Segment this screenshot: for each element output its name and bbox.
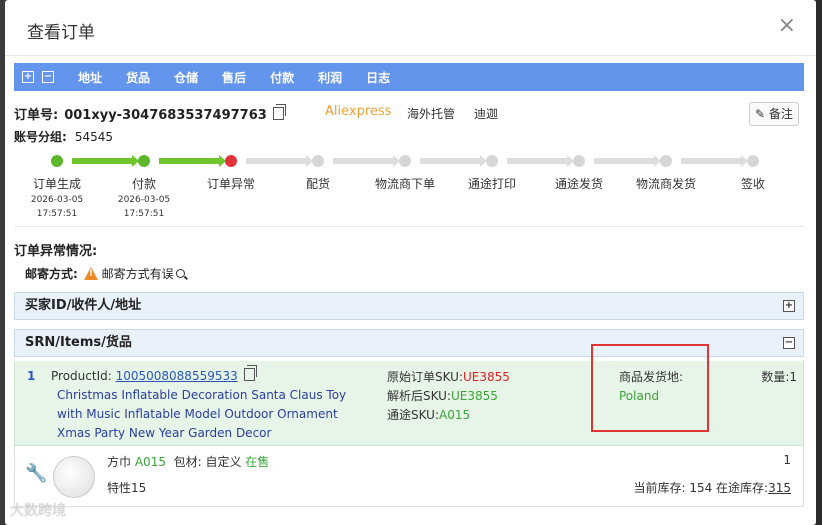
step-status-dot bbox=[660, 155, 672, 167]
dialog-title: 查看订单 bbox=[27, 23, 95, 43]
section-toolbar: + − 地址 货品 仓储 售后 付款 利润 日志 bbox=[14, 63, 804, 91]
order-progress: 订单生成 2026-03-05 17:57:51 付款 2026-03-05 1… bbox=[14, 155, 804, 220]
step-date: 2026-03-05 bbox=[30, 195, 84, 205]
panel-header: 买家ID/收件人/地址 + bbox=[15, 293, 803, 319]
product-id-link[interactable]: 1005008088559533 bbox=[116, 369, 238, 383]
watermark: 大数跨境 bbox=[10, 503, 66, 519]
progress-step: 订单异常 bbox=[188, 155, 274, 192]
item-sku: A015 bbox=[134, 455, 166, 469]
toolbar-warehouse[interactable]: 仓储 bbox=[174, 69, 198, 86]
collapse-all-icon[interactable]: − bbox=[42, 71, 54, 83]
order-number-value: 001xyy-3047683537497763 bbox=[64, 108, 267, 123]
order-number: 订单号: 001xyy-3047683537497763 bbox=[14, 104, 286, 123]
order-number-label: 订单号: bbox=[14, 108, 59, 123]
order-dialog: 查看订单 × + − 地址 货品 仓储 售后 付款 利润 日志 订单号: 001x… bbox=[5, 0, 816, 525]
progress-step: 物流商下单 bbox=[362, 155, 448, 192]
expand-icon[interactable]: + bbox=[783, 300, 795, 312]
scrollbar[interactable] bbox=[816, 0, 822, 525]
sku-parsed: 解析后SKU:UE3855 bbox=[387, 389, 498, 403]
toolbar-goods[interactable]: 货品 bbox=[126, 69, 150, 86]
step-time: 17:57:51 bbox=[36, 209, 78, 219]
exception-row: 邮寄方式: 邮寄方式有误 bbox=[25, 265, 185, 282]
account-group-label: 账号分组: bbox=[14, 130, 67, 144]
note-button[interactable]: ✎ 备注 bbox=[749, 102, 799, 126]
item-name: 方巾 bbox=[107, 455, 132, 469]
toolbar-payment[interactable]: 付款 bbox=[270, 69, 294, 86]
search-icon[interactable] bbox=[175, 269, 185, 278]
copy-icon[interactable] bbox=[272, 104, 286, 120]
close-icon[interactable]: × bbox=[778, 15, 796, 37]
product-thumbnail[interactable] bbox=[53, 456, 95, 498]
dialog-header: 查看订单 × bbox=[5, 0, 816, 56]
warning-icon bbox=[83, 267, 98, 280]
product-id-label: ProductId: bbox=[51, 369, 112, 383]
stock-info: 当前库存: 154 在途库存:315 bbox=[633, 481, 791, 495]
progress-step: 配货 bbox=[275, 155, 361, 192]
progress-step: 物流商发货 bbox=[623, 155, 709, 192]
step-status-dot bbox=[51, 155, 63, 167]
copy-icon[interactable] bbox=[243, 365, 257, 381]
toolbar-after-sales[interactable]: 售后 bbox=[222, 69, 246, 86]
step-status-dot bbox=[225, 155, 237, 167]
product-id: ProductId: 1005008088559533 bbox=[51, 365, 257, 383]
sku-tongtu: 通途SKU:A015 bbox=[387, 408, 471, 422]
exception-message: 邮寄方式有误 bbox=[101, 267, 174, 281]
exception-title: 订单异常情况: bbox=[14, 244, 98, 259]
step-name: 物流商发货 bbox=[635, 177, 696, 191]
progress-step: 通途发货 bbox=[536, 155, 622, 192]
toolbar-address[interactable]: 地址 bbox=[78, 69, 102, 86]
order-summary: 订单号: 001xyy-3047683537497763 Aliexpress 海… bbox=[14, 102, 804, 126]
expand-all-icon[interactable]: + bbox=[22, 71, 34, 83]
step-name: 通途打印 bbox=[467, 177, 516, 191]
step-status-dot bbox=[312, 155, 324, 167]
collapse-icon[interactable]: − bbox=[783, 337, 795, 349]
note-button-label: 备注 bbox=[768, 107, 793, 121]
wrench-icon[interactable]: 🔧 bbox=[25, 463, 47, 484]
item-attribute: 特性15 bbox=[107, 481, 147, 495]
step-status-dot bbox=[747, 155, 759, 167]
item-quantity: 1 bbox=[783, 453, 791, 467]
item-index: 1 bbox=[27, 369, 36, 383]
packaging: 包材: 自定义 bbox=[173, 455, 242, 469]
step-status-dot bbox=[486, 155, 498, 167]
step-status-dot bbox=[573, 155, 585, 167]
progress-step: 付款 2026-03-05 17:57:51 bbox=[101, 155, 187, 220]
exception-label: 邮寄方式: bbox=[25, 267, 78, 281]
item-detail: 🔧 方巾 A015 包材: 自定义 在售 特性15 1 当前库存: 154 在途… bbox=[14, 446, 804, 507]
panel-title: 买家ID/收件人/地址 bbox=[25, 298, 142, 313]
step-status-dot bbox=[138, 155, 150, 167]
step-date: 2026-03-05 bbox=[117, 195, 171, 205]
step-name: 物流商下单 bbox=[374, 177, 435, 191]
progress-step: 签收 bbox=[710, 155, 796, 192]
step-name: 订单异常 bbox=[206, 177, 255, 191]
highlight-box bbox=[591, 344, 709, 432]
step-name: 配货 bbox=[305, 177, 330, 191]
toolbar-profit[interactable]: 利润 bbox=[318, 69, 342, 86]
tag-store: 迪迦 bbox=[474, 107, 499, 121]
step-status-dot bbox=[399, 155, 411, 167]
tag-overseas-hosting: 海外托管 bbox=[407, 107, 456, 121]
sku-orig: 原始订单SKU:UE3855 bbox=[387, 370, 510, 384]
buyer-panel[interactable]: 买家ID/收件人/地址 + bbox=[14, 292, 804, 320]
toolbar-log[interactable]: 日志 bbox=[366, 69, 390, 86]
step-time: 17:57:51 bbox=[123, 209, 165, 219]
product-title[interactable]: Christmas Inflatable Decoration Santa Cl… bbox=[57, 386, 357, 443]
transit-stock-link[interactable]: 315 bbox=[768, 481, 791, 495]
step-name: 订单生成 bbox=[32, 177, 81, 191]
step-name: 签收 bbox=[740, 177, 765, 191]
sku-block: 原始订单SKU:UE3855 解析后SKU:UE3855 通途SKU:A015 bbox=[387, 368, 510, 425]
progress-step: 通途打印 bbox=[449, 155, 535, 192]
progress-step: 订单生成 2026-03-05 17:57:51 bbox=[14, 155, 100, 220]
sale-status: 在售 bbox=[245, 455, 270, 469]
item-name-line: 方巾 A015 包材: 自定义 在售 bbox=[107, 453, 269, 470]
step-name: 通途发货 bbox=[554, 177, 603, 191]
account-group: 账号分组: 54545 bbox=[14, 128, 113, 145]
platform-label: Aliexpress bbox=[325, 104, 392, 119]
panel-title: SRN/Items/货品 bbox=[25, 335, 132, 350]
account-group-value: 54545 bbox=[74, 130, 113, 144]
step-name: 付款 bbox=[131, 177, 156, 191]
quantity-label: 数量:1 bbox=[761, 370, 797, 384]
divider bbox=[14, 226, 804, 227]
